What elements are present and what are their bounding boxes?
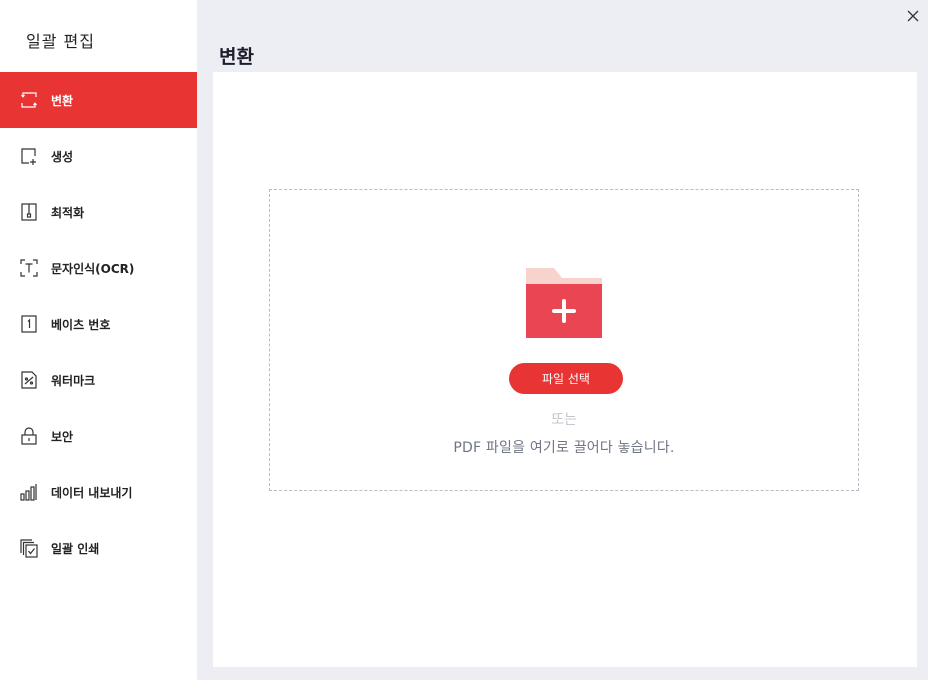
page-title: 변환 [219,46,254,68]
lock-icon [19,426,39,446]
sidebar-item-label: 최적화 [51,205,85,220]
sidebar-item-label: 문자인식(OCR) [51,261,135,276]
sidebar-item-optimize[interactable]: 최적화 [0,184,197,240]
sidebar-item-ocr[interactable]: 문자인식(OCR) [0,240,197,296]
folder-add-icon [524,266,604,340]
drop-hint: PDF 파일을 여기로 끌어다 놓습니다. [453,440,675,456]
sidebar-item-bates-number[interactable]: 베이츠 번호 [0,296,197,352]
sidebar-item-label: 워터마크 [51,373,96,388]
select-file-button[interactable]: 파일 선택 [509,363,623,394]
sidebar-item-watermark[interactable]: 워터마크 [0,352,197,408]
sidebar-item-batch-print[interactable]: 일괄 인쇄 [0,520,197,576]
print-icon [19,538,39,558]
close-icon [907,10,919,22]
sidebar-item-label: 데이터 내보내기 [51,485,133,500]
sidebar-item-label: 보안 [51,429,74,444]
sidebar-item-label: 생성 [51,149,74,164]
sidebar-title: 일괄 편집 [26,32,95,51]
optimize-icon [19,202,39,222]
create-icon [19,146,39,166]
sidebar: 일괄 편집 변환 생성 최적화 문자인식(OCR) 베이츠 번호 워터마크 보안… [0,0,197,680]
sidebar-nav: 변환 생성 최적화 문자인식(OCR) 베이츠 번호 워터마크 보안 데이터 내… [0,72,197,576]
sidebar-item-export-data[interactable]: 데이터 내보내기 [0,464,197,520]
close-button[interactable] [904,7,922,25]
watermark-icon [19,370,39,390]
drop-zone[interactable]: 파일 선택 또는 PDF 파일을 여기로 끌어다 놓습니다. [269,189,859,491]
sidebar-item-security[interactable]: 보안 [0,408,197,464]
sidebar-item-label: 일괄 인쇄 [51,541,100,556]
bar-chart-icon [19,482,39,502]
bates-number-icon [19,314,39,334]
convert-icon [19,90,39,110]
sidebar-item-create[interactable]: 생성 [0,128,197,184]
sidebar-item-label: 변환 [51,93,74,108]
sidebar-item-convert[interactable]: 변환 [0,72,197,128]
ocr-icon [19,258,39,278]
sidebar-item-label: 베이츠 번호 [51,317,111,332]
or-text: 또는 [551,412,577,428]
main-panel: 파일 선택 또는 PDF 파일을 여기로 끌어다 놓습니다. [213,72,917,667]
